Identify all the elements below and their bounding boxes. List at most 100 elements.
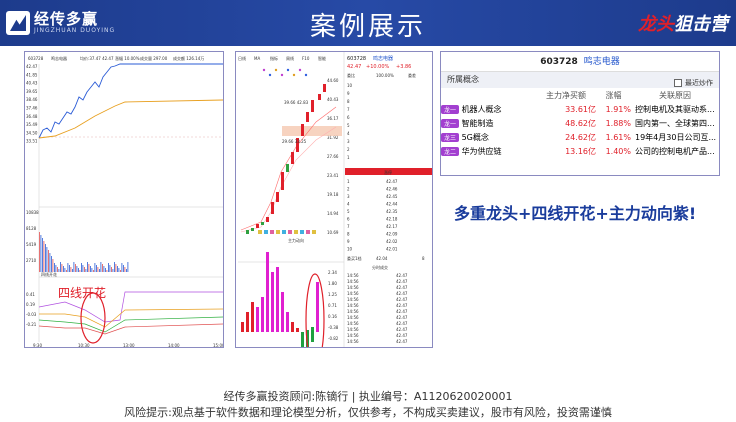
volume-bar xyxy=(42,238,43,272)
volume-bar xyxy=(57,267,58,272)
price-tick: 42.47 xyxy=(26,64,38,69)
trade-price: 42.47 xyxy=(396,315,408,320)
volume-bar xyxy=(118,268,120,272)
toolbar-item: MA xyxy=(254,56,260,61)
volume-bar xyxy=(43,241,45,272)
change-pct: 1.88% xyxy=(605,118,631,128)
main-force-bar xyxy=(296,328,299,332)
volume-bar xyxy=(88,264,90,272)
candle xyxy=(286,164,289,172)
candle xyxy=(318,94,321,100)
volume-bar xyxy=(103,266,105,272)
indicator-tick: 0.19 xyxy=(26,302,35,307)
daily-chart-panel: 日线 MA 指标 周线 F10 智能 44.60 40.43 36.17 31.92 27.66 2… xyxy=(235,51,433,348)
volume-bar xyxy=(91,268,93,272)
buy-level: 10 xyxy=(347,247,353,252)
volume-bar xyxy=(67,263,69,272)
annotation-text: 四线开花 xyxy=(58,286,107,300)
trade-price: 42.47 xyxy=(396,339,408,344)
buy-price: 42.45 xyxy=(386,194,398,199)
candle xyxy=(271,202,274,214)
trade-price: 42.47 xyxy=(396,273,408,278)
candle xyxy=(291,152,294,164)
limit-label: 涨停 xyxy=(384,169,392,175)
signal-dot xyxy=(262,68,266,72)
concept-row[interactable]: 龙三 5G概念 24.62亿 1.61% 19年4月30日公司互... xyxy=(441,130,719,144)
sell-level: 2 xyxy=(347,147,350,152)
volume-bar xyxy=(49,253,51,272)
sell-level: 8 xyxy=(347,99,350,104)
candle xyxy=(246,230,249,234)
buy-total-2: 8 xyxy=(422,256,425,261)
trade-time: 14:56 xyxy=(347,297,359,302)
buy-level: 2 xyxy=(347,187,350,192)
main-force-bar xyxy=(276,267,279,332)
recent-hype-checkbox[interactable]: 最近炒作 xyxy=(674,75,713,91)
trade-price: 42.47 xyxy=(396,303,408,308)
daily-price-tick: 27.66 xyxy=(327,154,339,159)
main-force-bar xyxy=(316,282,319,332)
checkbox-icon[interactable] xyxy=(674,79,682,87)
concept-row[interactable]: 龙二 华为供应链 13.16亿 1.40% 公司的控制电机产品... xyxy=(441,144,719,158)
volume-bar xyxy=(40,235,42,272)
volume-bar xyxy=(112,269,114,272)
signal-dot xyxy=(286,68,290,72)
price-tick: 35.49 xyxy=(26,122,38,127)
brand-prefix: 龙头 xyxy=(638,14,674,35)
buy-level: 6 xyxy=(347,217,350,222)
trade-time: 14:56 xyxy=(347,327,359,332)
indicator-line-4 xyxy=(38,323,223,335)
concept-name: 鸣志电器 xyxy=(583,57,620,67)
volume-bar xyxy=(60,262,61,272)
indicator-tick: 0.41 xyxy=(26,292,35,297)
intraday-info-1: 涨幅 10.00% xyxy=(115,55,140,61)
daily-price-tick: 19.18 xyxy=(327,192,339,197)
volume-bar xyxy=(81,263,82,272)
intraday-name: 鸣志电器 xyxy=(51,55,67,61)
trade-time: 14:56 xyxy=(347,321,359,326)
concept-row[interactable]: 龙一 智能制造 48.62亿 1.88% 国内第一、全球第四... xyxy=(441,116,719,130)
volume-bar xyxy=(84,267,85,272)
price-tick: 36.48 xyxy=(26,114,38,119)
volume-bar xyxy=(105,268,106,272)
sell-level: 5 xyxy=(347,123,350,128)
candle xyxy=(306,112,309,122)
quote-change-abs: +3.86 xyxy=(396,64,411,70)
volume-bar xyxy=(76,266,78,272)
indicator-tick: 2.34 xyxy=(328,270,337,275)
signal-dot xyxy=(280,73,284,77)
main-force-bar xyxy=(291,322,294,332)
daily-price-tick: 23.41 xyxy=(327,173,339,178)
volume-bar xyxy=(111,267,112,272)
candle xyxy=(323,84,326,92)
time-tick: 15:00 xyxy=(213,343,224,348)
daily-price-tick: 14.94 xyxy=(327,211,339,216)
volume-bar xyxy=(39,232,40,272)
risk-line: 风险提示:观点基于软件数据和理论模型分析，仅供参考，不构成买卖建议，股市有风险，… xyxy=(124,406,612,419)
intraday-info-0: 均价:37.47 42.47 xyxy=(80,55,114,61)
signal-marker xyxy=(312,230,316,234)
volume-bar xyxy=(117,266,118,272)
quote-change: +10.00% xyxy=(366,64,390,70)
volume-bar xyxy=(45,244,46,272)
daily-candles xyxy=(246,84,326,234)
brand-badge: 龙头狙击营 xyxy=(638,10,728,36)
volume-bar xyxy=(114,262,115,272)
sell-level: 3 xyxy=(347,139,350,144)
volume-bar xyxy=(96,265,97,272)
volume-tick: 8128 xyxy=(26,226,37,231)
indicator-tick: -0.21 xyxy=(26,322,37,327)
volume-bar xyxy=(61,264,63,272)
concept-header: 603728 鸣志电器 xyxy=(441,52,719,72)
leader-tag: 龙一 xyxy=(441,104,460,114)
signal-marker xyxy=(306,230,310,234)
reason: 19年4月30日公司互... xyxy=(635,132,717,142)
time-tick: 14:00 xyxy=(168,343,180,348)
net-buy-amount: 48.62亿 xyxy=(565,118,596,128)
reason: 控制电机及其驱动系... xyxy=(635,104,715,114)
concept-row[interactable]: 龙一 机器人概念 33.61亿 1.91% 控制电机及其驱动系... xyxy=(441,102,719,116)
candle xyxy=(251,228,254,231)
trade-price: 42.47 xyxy=(396,279,408,284)
signal-marker xyxy=(258,230,262,234)
volume-bar xyxy=(58,269,60,272)
